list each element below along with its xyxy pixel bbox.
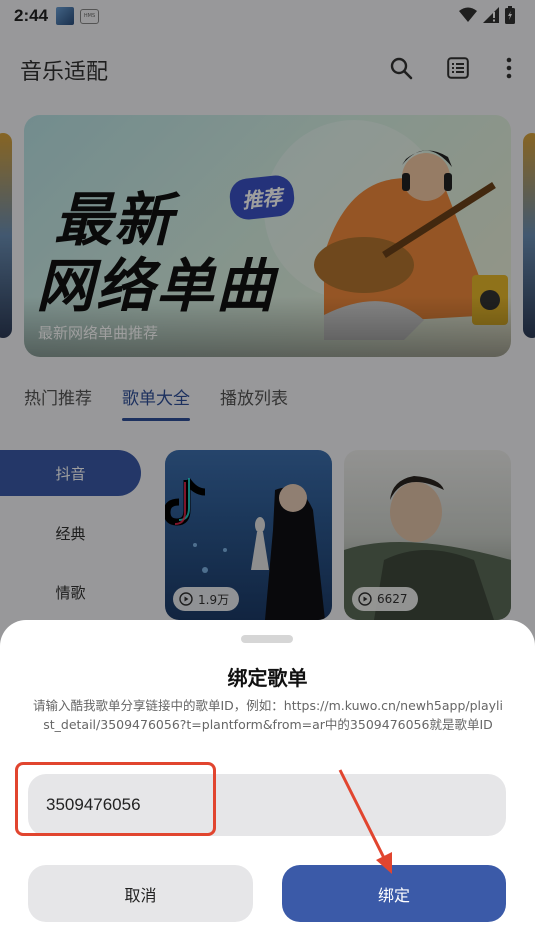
cancel-button[interactable]: 取消	[28, 865, 253, 922]
sheet-drag-handle[interactable]	[241, 635, 293, 643]
bind-playlist-sheet: 绑定歌单 请输入酷我歌单分享链接中的歌单ID，例如：https://m.kuwo…	[0, 620, 535, 951]
system-navigation-bar	[0, 933, 535, 951]
playlist-id-input[interactable]	[28, 774, 506, 836]
sheet-title: 绑定歌单	[227, 666, 308, 690]
sheet-description: 请输入酷我歌单分享链接中的歌单ID，例如：https://m.kuwo.cn/n…	[32, 698, 504, 732]
bind-button[interactable]: 绑定	[282, 865, 506, 922]
